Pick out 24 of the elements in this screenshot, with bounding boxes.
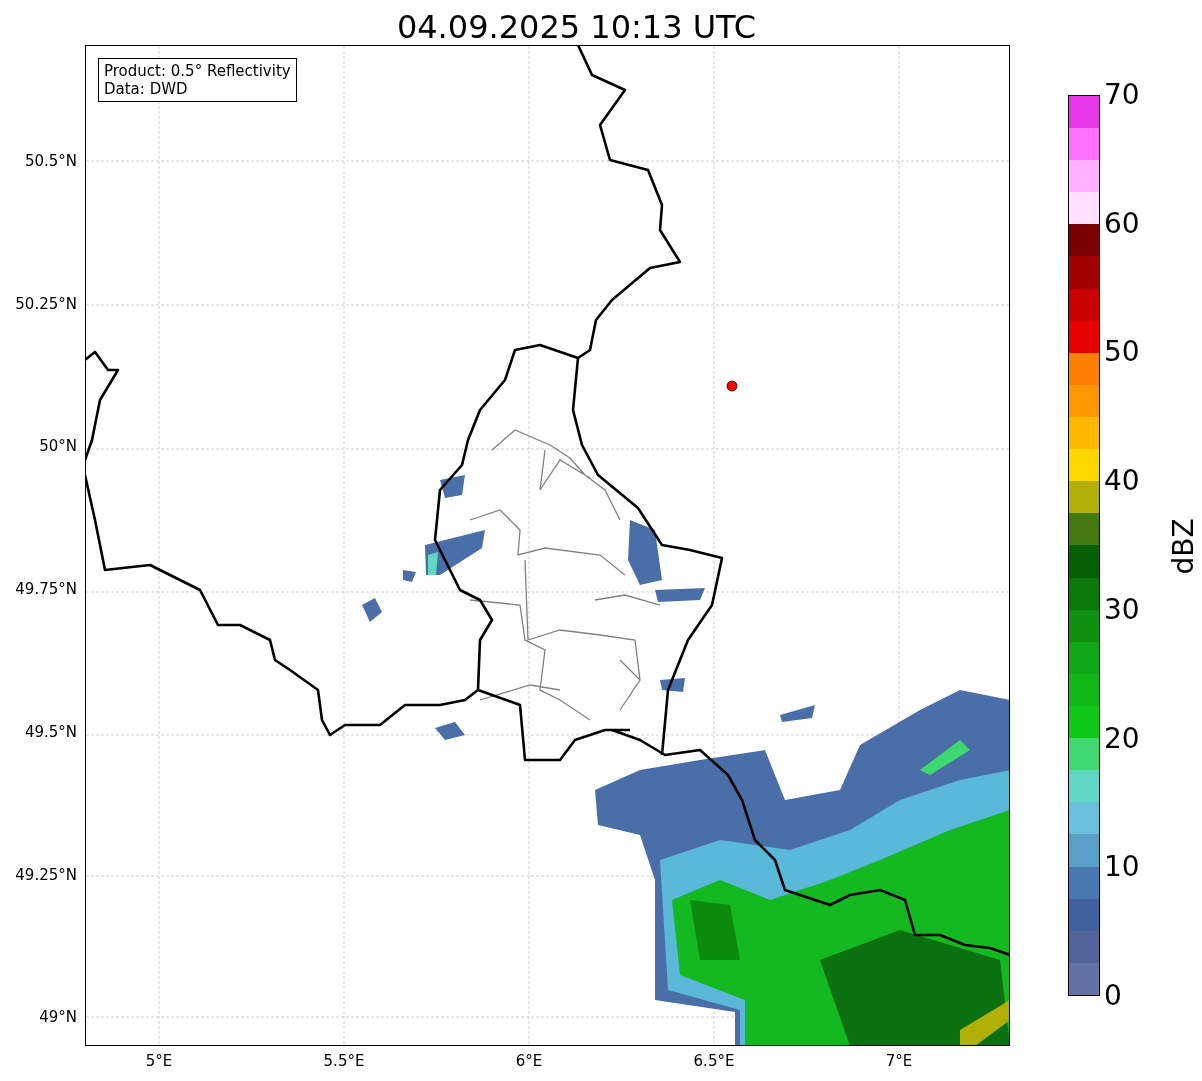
latitude-tick-label: 50.25°N	[15, 294, 77, 313]
longitude-tick-label: 5.5°E	[323, 1052, 365, 1070]
longitude-tick-label: 6.5°E	[693, 1052, 735, 1070]
colorbar-tick-label: 70	[1104, 81, 1140, 109]
longitude-tick-label: 6°E	[515, 1052, 543, 1070]
latitude-tick-label: 50.5°N	[24, 152, 77, 170]
colorbar-label: dBZ	[1166, 518, 1200, 575]
latitude-tick-label: 49.75°N	[15, 580, 77, 599]
colorbar-tick-label: 0	[1104, 982, 1122, 1010]
latitude-tick-label: 49°N	[39, 1008, 77, 1027]
colorbar-tick-label: 60	[1104, 209, 1140, 238]
latitude-tick-label: 50°N	[39, 437, 77, 456]
legend-text: Data: DWD	[104, 80, 189, 98]
chart-title: 04.09.2025 10:13 UTC	[396, 9, 757, 45]
latitude-tick-label: 49.25°N	[15, 865, 77, 884]
longitude-tick-label: 7°E	[885, 1052, 913, 1070]
colorbar-tick-label: 40	[1104, 467, 1140, 496]
colorbar-tick-label: 50	[1104, 338, 1140, 367]
longitude-tick-label: 5°E	[145, 1052, 173, 1070]
legend-text: Product: 0.5° Reflectivity	[104, 62, 291, 80]
colorbar-tick-label: 10	[1104, 853, 1140, 882]
latitude-tick-label: 49.5°N	[24, 722, 77, 741]
colorbar-tick-label: 20	[1104, 724, 1140, 753]
colorbar-tick-label: 30	[1104, 595, 1140, 624]
